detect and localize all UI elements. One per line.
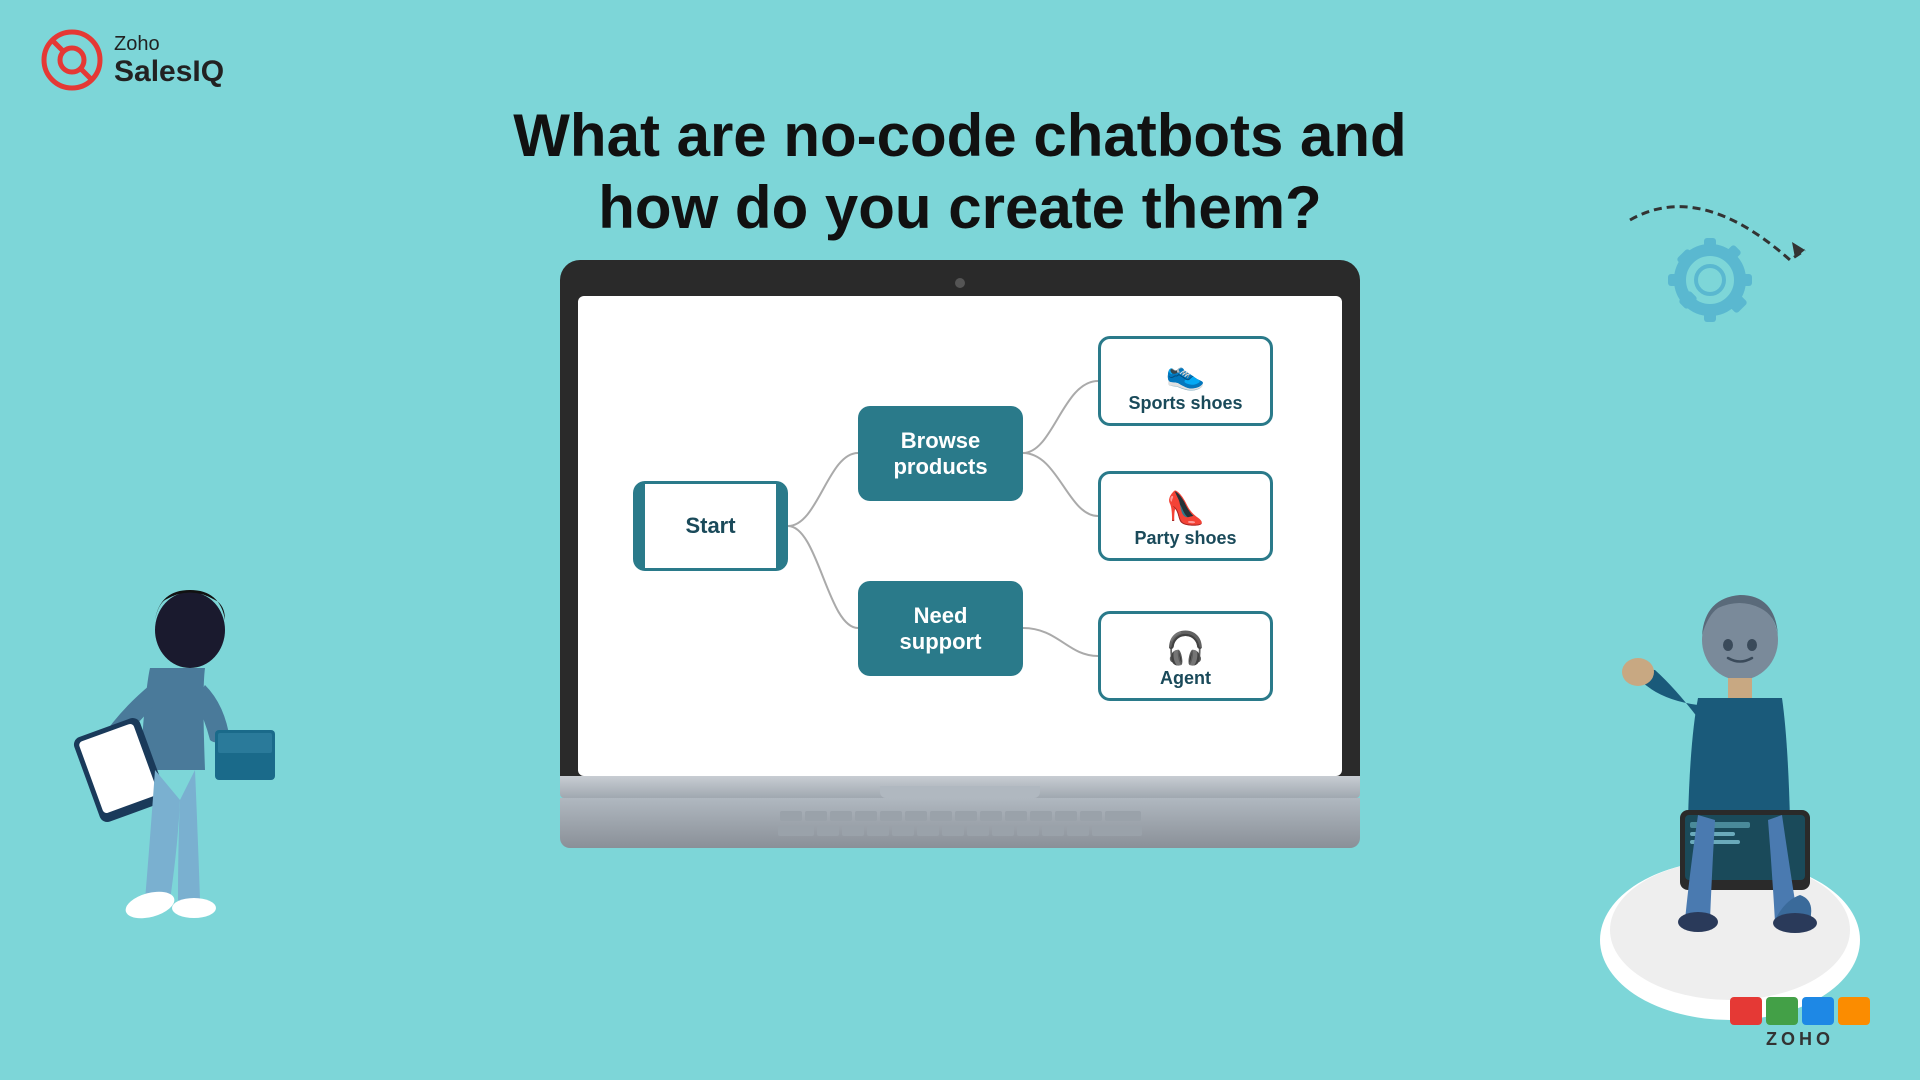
- node-browse-label: Browseproducts: [893, 428, 987, 480]
- key: [1092, 826, 1142, 836]
- keyboard-row-1: [780, 811, 1141, 821]
- key: [942, 826, 964, 836]
- key: [1067, 826, 1089, 836]
- node-support: Needsupport: [858, 581, 1023, 676]
- key: [842, 826, 864, 836]
- key: [905, 811, 927, 821]
- key: [867, 826, 889, 836]
- laptop: Start Browseproducts Needsupport 👟 Sport…: [560, 260, 1360, 848]
- key: [1105, 811, 1141, 821]
- zoho-squares: [1730, 997, 1870, 1025]
- party-shoe-icon: 👠: [1166, 492, 1206, 524]
- key: [880, 811, 902, 821]
- heading-line2: how do you create them?: [513, 172, 1406, 244]
- key: [955, 811, 977, 821]
- person-right-illustration: [1550, 540, 1870, 1020]
- node-party-label: Party shoes: [1134, 528, 1236, 549]
- key: [817, 826, 839, 836]
- logo-zoho-label: Zoho: [114, 33, 224, 55]
- zoho-sq-blue: [1802, 997, 1834, 1025]
- agent-icon: 🎧: [1166, 632, 1206, 664]
- logo-salesiq-label: SalesIQ: [114, 55, 224, 88]
- zoho-sq-green: [1766, 997, 1798, 1025]
- node-start: Start: [633, 481, 788, 571]
- laptop-camera: [955, 278, 965, 288]
- node-sports-label: Sports shoes: [1128, 393, 1242, 414]
- salesiq-logo-icon: [40, 28, 104, 92]
- zoho-logo: ZOHO: [1730, 997, 1870, 1050]
- key: [1030, 811, 1052, 821]
- logo: Zoho SalesIQ: [40, 28, 224, 92]
- key: [930, 811, 952, 821]
- laptop-base: [560, 776, 1360, 798]
- person-left-illustration: [30, 530, 310, 1030]
- key: [992, 826, 1014, 836]
- zoho-sq-orange: [1838, 997, 1870, 1025]
- laptop-screen-outer: Start Browseproducts Needsupport 👟 Sport…: [560, 260, 1360, 776]
- key: [830, 811, 852, 821]
- key: [778, 826, 814, 836]
- gear-decoration: [1620, 200, 1820, 365]
- zoho-footer-label: ZOHO: [1766, 1029, 1834, 1050]
- node-support-label: Needsupport: [900, 603, 982, 655]
- keyboard-row-2: [778, 826, 1142, 836]
- key: [855, 811, 877, 821]
- main-heading: What are no-code chatbots and how do you…: [513, 100, 1406, 244]
- logo-text: Zoho SalesIQ: [114, 33, 224, 88]
- sports-shoe-icon: 👟: [1166, 357, 1206, 389]
- key: [780, 811, 802, 821]
- node-agent-label: Agent: [1160, 668, 1211, 689]
- laptop-keyboard: [560, 798, 1360, 848]
- laptop-screen-inner: Start Browseproducts Needsupport 👟 Sport…: [578, 296, 1342, 776]
- key: [1055, 811, 1077, 821]
- node-party: 👠 Party shoes: [1098, 471, 1273, 561]
- node-browse: Browseproducts: [858, 406, 1023, 501]
- heading-line1: What are no-code chatbots and: [513, 100, 1406, 172]
- key: [1080, 811, 1102, 821]
- key: [967, 826, 989, 836]
- node-agent: 🎧 Agent: [1098, 611, 1273, 701]
- key: [1042, 826, 1064, 836]
- key: [917, 826, 939, 836]
- node-start-label: Start: [685, 513, 735, 539]
- key: [805, 811, 827, 821]
- key: [1017, 826, 1039, 836]
- key: [980, 811, 1002, 821]
- zoho-sq-red: [1730, 997, 1762, 1025]
- key: [892, 826, 914, 836]
- node-sports: 👟 Sports shoes: [1098, 336, 1273, 426]
- key: [1005, 811, 1027, 821]
